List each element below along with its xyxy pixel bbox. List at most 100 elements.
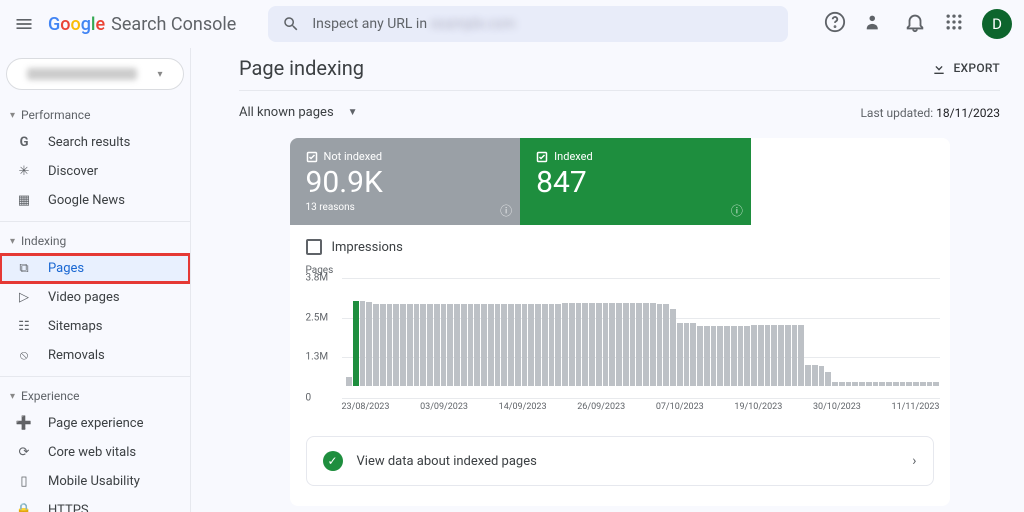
chart-bar[interactable] [522,304,528,386]
section-performance[interactable]: ▾Performance [0,102,190,128]
nav-google-news[interactable]: ▦Google News [0,186,190,215]
chart-bar[interactable] [771,325,777,386]
help-icon[interactable] [824,11,846,37]
chart-bar[interactable] [663,304,669,386]
help-icon[interactable]: ⓘ [731,202,743,219]
chart-bar[interactable] [562,303,568,386]
avatar[interactable]: D [982,9,1012,39]
chart-bar[interactable] [765,325,771,386]
chart-bar[interactable] [751,325,757,386]
chart-bar[interactable] [630,303,636,386]
users-icon[interactable] [864,11,886,37]
chart-bar[interactable] [623,303,629,386]
chart-bar[interactable] [366,302,372,386]
chart-bar[interactable] [900,382,906,386]
export-button[interactable]: EXPORT [931,60,1000,76]
chart-bar[interactable] [798,325,804,386]
chart-bar[interactable] [609,303,615,386]
chart-bar[interactable] [569,303,575,386]
chart-bar[interactable] [643,303,649,386]
chart-bar[interactable] [603,303,609,386]
filter-dropdown[interactable]: All known pages▼ [239,105,358,120]
chart-bar[interactable] [805,365,811,386]
chart-bar[interactable] [373,304,379,386]
apps-icon[interactable] [944,12,964,36]
chart-bar[interactable] [582,303,588,386]
chart-bar[interactable] [670,309,676,386]
chart-bar[interactable] [819,366,825,386]
chart-bar[interactable] [589,303,595,386]
chart-bar[interactable] [528,304,534,386]
chart-bar[interactable] [859,382,865,386]
chart-bar[interactable] [825,372,831,386]
chart-bar[interactable] [792,325,798,386]
chart-bar[interactable] [758,325,764,386]
chart-bar[interactable] [596,303,602,386]
chart-bar[interactable] [873,382,879,386]
nav-https[interactable]: 🔒HTTPS [0,496,190,512]
chart-bar[interactable] [927,382,933,386]
chart-bar[interactable] [738,326,744,386]
chart-bar[interactable] [501,304,507,386]
chart-bar[interactable] [427,304,433,386]
chart-bar[interactable] [461,304,467,386]
chart-bar[interactable] [555,304,561,386]
chart-bar[interactable] [886,382,892,386]
chart-bar[interactable] [920,382,926,386]
menu-icon[interactable] [12,12,36,36]
chart-bar[interactable] [353,301,359,386]
chart-bar[interactable] [407,304,413,386]
nav-pages[interactable]: ⧉Pages [0,254,190,283]
chart-bar[interactable] [832,382,838,386]
chart-bar[interactable] [893,382,899,386]
chart-bar[interactable] [387,304,393,386]
nav-page-experience[interactable]: ➕Page experience [0,409,190,438]
chart-bar[interactable] [852,382,858,386]
chart-bar[interactable] [474,304,480,386]
chart-bar[interactable] [576,303,582,386]
chart-bar[interactable] [697,326,703,386]
chart-bar[interactable] [360,301,366,386]
chart-bar[interactable] [839,382,845,386]
chart-bar[interactable] [704,326,710,386]
nav-video-pages[interactable]: ▷Video pages [0,283,190,312]
view-indexed-pages-link[interactable]: ✓ View data about indexed pages › [306,436,934,486]
chart-bar[interactable] [481,304,487,386]
chart-bar[interactable] [812,365,818,386]
nav-mobile-usability[interactable]: ▯Mobile Usability [0,467,190,496]
chart-bar[interactable] [447,304,453,386]
chart-bar[interactable] [785,325,791,386]
chart-bar[interactable] [711,326,717,386]
chart-bar[interactable] [933,382,939,386]
nav-core-web-vitals[interactable]: ⟳Core web vitals [0,438,190,467]
chart-bar[interactable] [495,304,501,386]
property-selector[interactable]: ▾ [6,58,184,90]
nav-discover[interactable]: ✳Discover [0,157,190,186]
chart-bar[interactable] [846,382,852,386]
url-inspect-search[interactable]: Inspect any URL in example.com [268,6,788,42]
chart-bar[interactable] [420,304,426,386]
section-experience[interactable]: ▾Experience [0,383,190,409]
nav-sitemaps[interactable]: ☷Sitemaps [0,312,190,341]
chart-bar[interactable] [434,304,440,386]
nav-search-results[interactable]: GSearch results [0,128,190,157]
chart-bar[interactable] [913,382,919,386]
notifications-icon[interactable] [904,11,926,37]
chart-bar[interactable] [744,326,750,386]
chart-bar[interactable] [906,382,912,386]
chart-bar[interactable] [488,304,494,386]
impressions-toggle[interactable]: Impressions [290,225,950,265]
chart-bar[interactable] [879,382,885,386]
chart-bar[interactable] [616,303,622,386]
help-icon[interactable]: ⓘ [500,202,512,219]
chart-bar[interactable] [731,326,737,386]
chart-bar[interactable] [717,326,723,386]
chart-bar[interactable] [535,304,541,386]
chart-bar[interactable] [657,304,663,386]
chart-bar[interactable] [690,323,696,386]
chart-bar[interactable] [468,304,474,386]
logo[interactable]: Google Search Console [48,14,236,35]
chart-bar[interactable] [441,304,447,386]
chart-bar[interactable] [454,304,460,386]
chart-bar[interactable] [400,304,406,386]
